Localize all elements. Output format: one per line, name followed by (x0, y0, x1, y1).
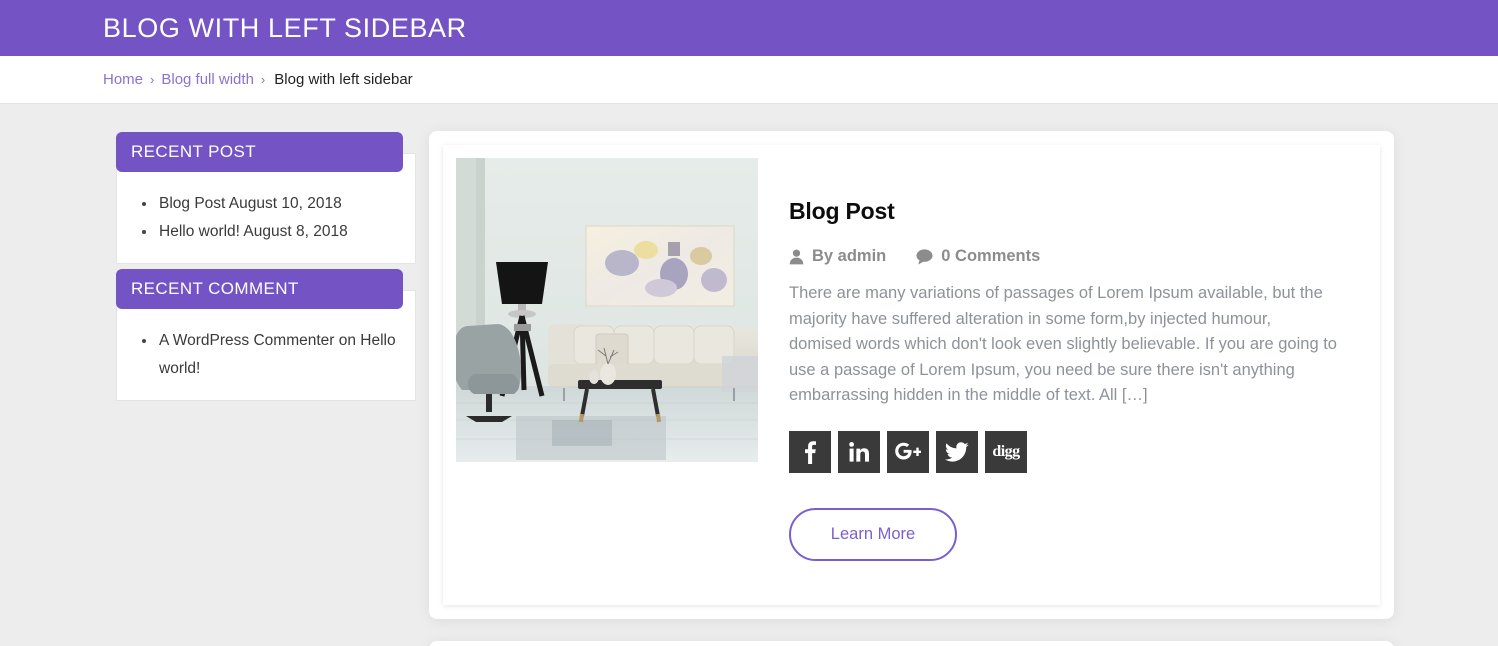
breadcrumb-item-home[interactable]: Home (103, 71, 143, 88)
widget-recent-post: RECENT POST Blog Post August 10, 2018 He… (116, 132, 416, 265)
sidebar: RECENT POST Blog Post August 10, 2018 He… (116, 131, 416, 427)
post-author-label: By admin (812, 247, 887, 265)
widget-title-recent-comment: RECENT COMMENT (116, 269, 403, 310)
googleplus-glyph (895, 442, 921, 460)
comment-icon (916, 248, 933, 265)
breadcrumb-item-current: Blog with left sidebar (274, 71, 413, 88)
living-room-photo (456, 158, 758, 462)
list-item[interactable]: Hello world! August 8, 2018 (157, 218, 397, 246)
breadcrumb-separator-icon: › (150, 72, 155, 87)
post-inner: Blog Post By admin 0 Comments There are … (443, 145, 1380, 605)
twitter-icon[interactable] (936, 430, 978, 473)
breadcrumb-separator-icon: › (260, 72, 266, 87)
digg-icon[interactable]: digg (985, 430, 1027, 473)
linkedin-icon[interactable] (838, 430, 880, 473)
post-card-next (429, 641, 1394, 646)
post-comments-label: 0 Comments (941, 247, 1041, 265)
recent-comment-list: A WordPress Commenter on Hello world! (135, 327, 397, 382)
list-item[interactable]: A WordPress Commenter on Hello world! (157, 327, 397, 382)
post-comments: 0 Comments (916, 247, 1040, 266)
social-share-row: digg (789, 430, 1367, 473)
facebook-glyph (805, 441, 816, 464)
learn-more-button[interactable]: Learn More (789, 507, 957, 561)
post-body: Blog Post By admin 0 Comments There are … (758, 158, 1367, 561)
googleplus-icon[interactable] (887, 430, 929, 473)
breadcrumb-item-blog-full-width[interactable]: Blog full width (161, 71, 254, 88)
page-content: RECENT POST Blog Post August 10, 2018 He… (0, 104, 1498, 646)
post-card: Blog Post By admin 0 Comments There are … (429, 131, 1394, 619)
post-thumbnail[interactable] (456, 158, 758, 462)
main-content: Blog Post By admin 0 Comments There are … (429, 131, 1394, 646)
post-author: By admin (789, 247, 886, 266)
breadcrumb: Home › Blog full width › Blog with left … (0, 56, 1498, 104)
list-item[interactable]: Blog Post August 10, 2018 (157, 190, 397, 218)
post-title[interactable]: Blog Post (789, 198, 1367, 225)
post-meta: By admin 0 Comments (789, 247, 1367, 266)
page-title: BLOG WITH LEFT SIDEBAR (103, 12, 467, 43)
post-excerpt: There are many variations of passages of… (789, 284, 1337, 405)
user-icon (789, 249, 804, 265)
facebook-icon[interactable] (789, 430, 831, 473)
widget-title-recent-post: RECENT POST (116, 132, 403, 172)
widget-recent-comment: RECENT COMMENT A WordPress Commenter on … (116, 269, 416, 402)
twitter-glyph (945, 442, 969, 462)
page-header-bar: BLOG WITH LEFT SIDEBAR (0, 0, 1498, 56)
recent-post-list: Blog Post August 10, 2018 Hello world! A… (135, 190, 397, 245)
linkedin-glyph (849, 441, 869, 462)
digg-label: digg (992, 442, 1020, 460)
